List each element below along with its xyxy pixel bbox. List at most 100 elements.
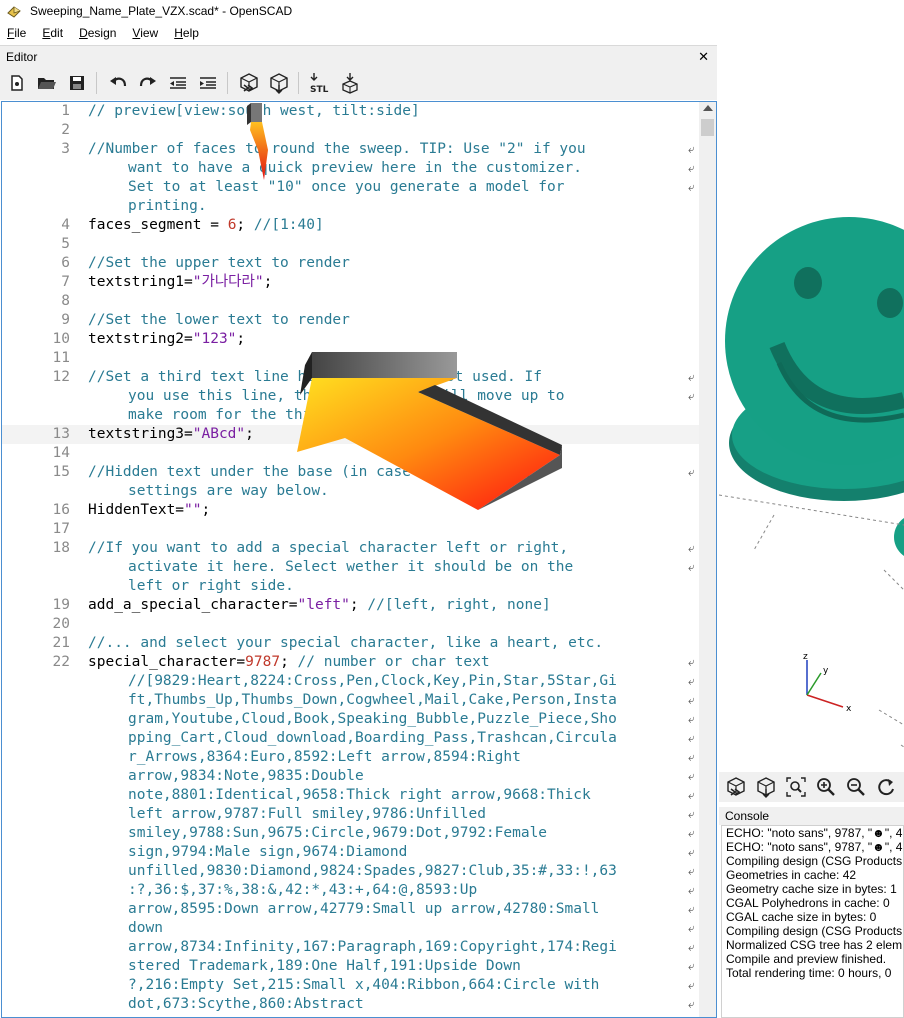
code-text: smiley,9788:Sun,9675:Circle,9679:Dot,979… (128, 824, 547, 843)
close-icon[interactable]: ✕ (698, 49, 709, 65)
code-line-continuation[interactable]: :?,36:$,37:%,38:&,42:*,43:+,64:@,8593:Up… (2, 881, 699, 900)
code-line[interactable]: 4 faces_segment = 6; //[1:40] (2, 216, 699, 235)
code-line[interactable]: 17 (2, 520, 699, 539)
code-text: settings are way below. (128, 482, 329, 501)
code-text: //If you want to add a special character… (88, 539, 568, 558)
code-line-continuation[interactable]: activate it here. Select wether it shoul… (2, 558, 699, 577)
code-line[interactable]: 14 (2, 444, 699, 463)
save-button[interactable] (64, 70, 90, 96)
code-line[interactable]: 22 special_character=9787; // number or c… (2, 653, 699, 672)
code-text: dot,673:Scythe,860:Abstract (128, 995, 364, 1014)
viewport-preview-button[interactable] (723, 775, 749, 799)
indent-button[interactable] (195, 70, 221, 96)
code-lines[interactable]: 1 // preview[view:south west, tilt:side] 2… (2, 102, 699, 1014)
code-token: you use this line, the other lines will … (128, 388, 565, 404)
code-line-continuation[interactable]: arrow,8734:Infinity,167:Paragraph,169:Co… (2, 938, 699, 957)
code-text: arrow,8734:Infinity,167:Paragraph,169:Co… (128, 938, 617, 957)
send-to-print-icon (342, 73, 358, 94)
code-line-continuation[interactable]: arrow,8595:Down arrow,42779:Small up arr… (2, 900, 699, 919)
code-line[interactable]: 21 //... and select your special characte… (2, 634, 699, 653)
zoom-in-button[interactable] (813, 775, 839, 799)
code-line-continuation[interactable]: ft,Thumbs_Up,Thumbs_Down,Cogwheel,Mail,C… (2, 691, 699, 710)
code-line[interactable]: 15 //Hidden text under the base (in case … (2, 463, 699, 482)
zoom-out-button[interactable] (843, 775, 869, 799)
console-line: CGAL Polyhedrons in cache: 0 (726, 896, 890, 910)
toolbar-separator (227, 72, 228, 94)
code-line-continuation[interactable]: ?,216:Empty Set,215:Small x,404:Ribbon,6… (2, 976, 699, 995)
preview-icon (727, 777, 745, 796)
code-line-continuation[interactable]: dot,673:Scythe,860:Abstract ⤶ (2, 995, 699, 1014)
reset-view-button[interactable] (873, 775, 899, 799)
code-line-continuation[interactable]: make room for the third line. (2, 406, 699, 425)
code-token: //Set a third text line here. Typically … (88, 369, 542, 385)
code-line[interactable]: 18 //If you want to add a special charact… (2, 539, 699, 558)
code-line-continuation[interactable]: arrow,9834:Note,9835:Double ⤶ (2, 767, 699, 786)
redo-button[interactable] (135, 70, 161, 96)
code-line-continuation[interactable]: gram,Youtube,Cloud,Book,Speaking_Bubble,… (2, 710, 699, 729)
code-line-continuation[interactable]: printing. (2, 197, 699, 216)
code-line-continuation[interactable]: note,8801:Identical,9658:Thick right arr… (2, 786, 699, 805)
code-line[interactable]: 12 //Set a third text line here. Typicall… (2, 368, 699, 387)
code-line-continuation[interactable]: you use this line, the other lines will … (2, 387, 699, 406)
code-line[interactable]: 3 //Number of faces to round the sweep. T… (2, 140, 699, 159)
code-line[interactable]: 7 textstring1="가나다라"; (2, 273, 699, 292)
code-line[interactable]: 1 // preview[view:south west, tilt:side] (2, 102, 699, 121)
line-number: 13 (52, 426, 70, 442)
code-line[interactable]: 9 //Set the lower text to render (2, 311, 699, 330)
scrollbar-thumb[interactable] (701, 119, 714, 136)
word-wrap-icon: ⤶ (688, 921, 695, 935)
open-file-button[interactable] (34, 70, 60, 96)
code-line[interactable]: 19 add_a_special_character="left"; //[lef… (2, 596, 699, 615)
new-file-button[interactable] (4, 70, 30, 96)
code-line[interactable]: 13 textstring3="ABcd"; (2, 425, 699, 444)
code-line[interactable]: 10 textstring2="123"; (2, 330, 699, 349)
code-line-continuation[interactable]: //[9829:Heart,8224:Cross,Pen,Clock,Key,P… (2, 672, 699, 691)
menu-file[interactable]: File (0, 26, 35, 40)
viewport-render-button[interactable] (753, 775, 779, 799)
code-line-continuation[interactable]: want to have a quick preview here in the… (2, 159, 699, 178)
code-editor[interactable]: 1 // preview[view:south west, tilt:side] 2… (1, 101, 717, 1018)
code-line[interactable]: 11 (2, 349, 699, 368)
code-line-continuation[interactable]: r_Arrows,8364:Euro,8592:Left arrow,8594:… (2, 748, 699, 767)
code-line[interactable]: 5 (2, 235, 699, 254)
code-token: "123" (192, 331, 237, 347)
send-to-print-button[interactable] (337, 70, 363, 96)
code-line-continuation[interactable]: stered Trademark,189:One Half,191:Upside… (2, 957, 699, 976)
line-number: 6 (61, 255, 70, 271)
code-token: Set to at least "10" once you generate a… (128, 179, 565, 195)
code-line[interactable]: 16 HiddenText=""; (2, 501, 699, 520)
export-stl-button[interactable]: STL (307, 70, 333, 96)
editor-vertical-scrollbar[interactable] (699, 102, 716, 1017)
code-line[interactable]: 6 //Set the upper text to render (2, 254, 699, 273)
code-token: "ABcd" (192, 426, 246, 442)
unindent-button[interactable] (165, 70, 191, 96)
code-line-continuation[interactable]: down ⤶ (2, 919, 699, 938)
console-output[interactable]: ECHO: "noto sans", 9787, "☻", 4 ECHO: "n… (721, 825, 904, 1018)
zoom-all-button[interactable] (783, 775, 809, 799)
code-token: //If you want to add a special character… (88, 540, 569, 556)
code-text: special_character=9787; // number or cha… (88, 653, 490, 672)
code-line-continuation[interactable]: settings are way below. (2, 482, 699, 501)
code-line-continuation[interactable]: Set to at least "10" once you generate a… (2, 178, 699, 197)
code-token: 9787 (245, 654, 281, 670)
code-line-continuation[interactable]: left arrow,9787:Full smiley,9786:Unfille… (2, 805, 699, 824)
menu-view[interactable]: View (125, 26, 167, 40)
code-line-continuation[interactable]: smiley,9788:Sun,9675:Circle,9679:Dot,979… (2, 824, 699, 843)
code-line[interactable]: 8 (2, 292, 699, 311)
code-line-continuation[interactable]: left or right side. (2, 577, 699, 596)
menu-design[interactable]: Design (72, 26, 125, 40)
code-token: dot,673:Scythe,860:Abstract (128, 996, 364, 1012)
code-line-continuation[interactable]: pping_Cart,Cloud_download,Boarding_Pass,… (2, 729, 699, 748)
menu-edit[interactable]: Edit (35, 26, 72, 40)
code-line[interactable]: 2 (2, 121, 699, 140)
menu-help[interactable]: Help (167, 26, 208, 40)
undo-button[interactable] (105, 70, 131, 96)
code-line-continuation[interactable]: unfilled,9830:Diamond,9824:Spades,9827:C… (2, 862, 699, 881)
code-line-continuation[interactable]: sign,9794:Male sign,9674:Diamond ⤶ (2, 843, 699, 862)
line-number: 10 (52, 331, 70, 347)
preview-button[interactable] (236, 70, 262, 96)
3d-viewport[interactable]: z y x (719, 45, 904, 772)
code-line[interactable]: 20 (2, 615, 699, 634)
scroll-up-arrow-icon[interactable] (703, 105, 713, 111)
render-button[interactable] (266, 70, 292, 96)
